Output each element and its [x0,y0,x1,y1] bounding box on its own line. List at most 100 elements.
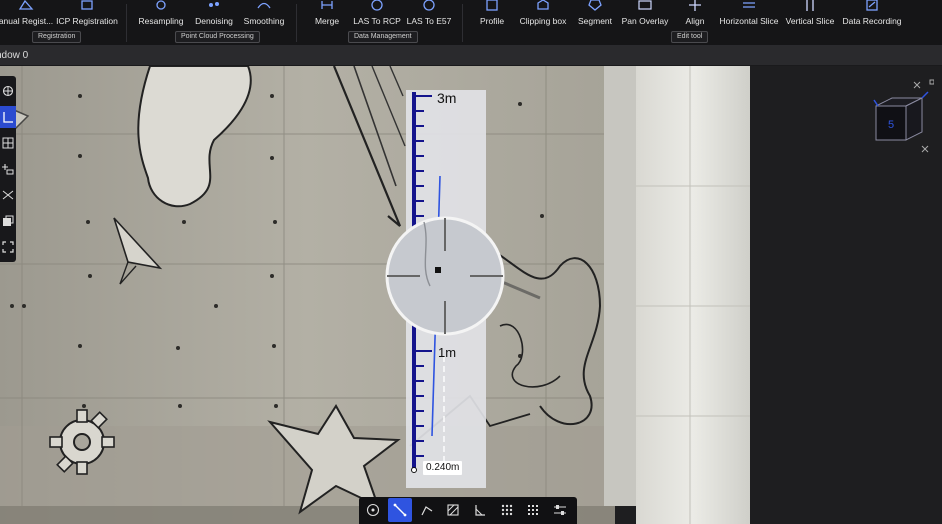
group-label-registration: Registration [32,31,82,43]
ribbon-label: Denoising [195,16,233,26]
orbit-icon [2,85,14,97]
merge-button[interactable]: Merge [310,0,344,26]
data-recording-button[interactable]: Data Recording [842,0,902,26]
horizontal-slice-button[interactable]: Horizontal Slice [718,0,780,26]
ribbon-label: Pan Overlay [621,16,669,26]
group-separator [126,4,127,42]
distance-line-button[interactable] [388,498,412,522]
ribbon-label: Profile [479,16,505,26]
settings-sliders-button[interactable] [548,498,572,522]
ribbon-label: Resampling [138,16,184,26]
point-snap-button[interactable] [361,498,385,522]
point-cloud-scene: 3m 1m [0,66,942,524]
ribbon-label: LAS To E57 [406,16,452,26]
section-button[interactable] [0,184,16,206]
denoising-icon [206,2,222,15]
ribbon-label: Merge [314,16,340,26]
app-window: anual Regist... ICP Registration Resampl… [0,0,942,524]
polyline-button[interactable] [415,498,439,522]
manual-registration-button[interactable]: anual Regist... [0,0,54,26]
window-tab[interactable]: ndow 0 [0,50,28,62]
ribbon-label: Segment [577,16,613,26]
icp-registration-icon [79,0,95,15]
measurement-value-label: 0.240m [423,461,463,475]
nav-cube-face-label: 5 [888,119,894,131]
orbit-button[interactable] [0,80,16,102]
dense-grid-button[interactable] [521,498,545,522]
layers-button[interactable] [0,210,16,232]
ribbon-label: Clipping box [519,16,567,26]
grid-points-button[interactable] [495,498,519,522]
merge-icon [319,1,335,15]
ribbon-label: ICP Registration [56,16,118,26]
vertical-slice-button[interactable]: Vertical Slice [786,0,834,26]
manual-registration-icon [18,0,34,15]
layers-icon [3,215,14,226]
group-label-point-cloud-processing: Point Cloud Processing [175,31,260,43]
area-hatch-button[interactable] [441,498,465,522]
point-cloud-viewport[interactable]: 3m 1m 0.240m 5 [0,66,942,524]
ribbon-label: Data Recording [842,16,902,26]
ribbon-toolbar: anual Regist... ICP Registration Resampl… [0,0,942,46]
settings-sliders-icon [554,505,566,515]
las-to-e57-icon [421,0,437,15]
las-to-rcp-button[interactable]: LAS To RCP [352,0,402,26]
polyline-icon [421,506,433,516]
align-button[interactable]: Align [680,0,710,26]
point-add-icon [2,164,14,175]
smoothing-icon [256,2,272,15]
grid-view-icon [2,137,14,149]
group-label-edit-tool: Edit tool [671,31,709,43]
resampling-button[interactable]: Resampling [138,0,184,26]
align-icon [687,0,703,15]
magnifier-loupe [385,216,505,336]
view-cube-icon: 5 [873,79,935,153]
denoising-button[interactable]: Denoising [192,0,236,26]
ruler-label-top: 3m [437,90,456,106]
icp-registration-button[interactable]: ICP Registration [56,0,118,26]
grid-points-icon [501,504,513,516]
measure-ruler-icon [3,112,13,123]
area-hatch-icon [447,504,459,516]
ribbon-label: Vertical Slice [785,16,835,26]
clipping-box-icon [535,0,551,15]
white-pillar [636,66,750,524]
las-to-rcp-icon [369,0,385,15]
ribbon-label: LAS To RCP [353,16,401,26]
las-to-e57-button[interactable]: LAS To E57 [406,0,452,26]
ruler-label-mid: 1m [438,345,456,360]
data-recording-icon [864,0,880,15]
point-snap-icon [366,503,380,517]
segment-button[interactable]: Segment [576,0,614,26]
resampling-icon [153,0,169,15]
horizontal-slice-icon [741,2,757,15]
group-label-data-management: Data Management [348,31,418,43]
ribbon-label: anual Regist... [0,16,54,26]
clipping-box-button[interactable]: Clipping box [516,0,570,26]
measure-ruler-button[interactable] [0,106,16,128]
ribbon-label: Smoothing [243,16,285,26]
grid-view-button[interactable] [0,132,16,154]
dense-grid-icon [528,505,538,515]
ribbon-label: Align [685,16,705,26]
section-icon [2,190,14,200]
angle-icon [475,505,485,516]
vertical-slice-icon [802,0,818,15]
pan-overlay-button[interactable]: Pan Overlay [622,0,668,26]
smoothing-button[interactable]: Smoothing [242,0,286,26]
ribbon-label: Horizontal Slice [719,16,779,26]
segment-icon [587,0,603,15]
left-toolbar [0,76,16,262]
pan-overlay-icon [637,0,653,15]
measurement-start-point[interactable] [411,467,417,473]
point-add-button[interactable] [0,158,16,180]
profile-button[interactable]: Profile [476,0,508,26]
profile-icon [484,0,500,15]
fullscreen-button[interactable] [0,236,16,258]
window-tab-bar: ndow 0 [0,46,942,66]
angle-button[interactable] [468,498,492,522]
group-separator [462,4,463,42]
measurement-toolbar [359,497,577,524]
fullscreen-icon [2,241,14,253]
navigation-cube[interactable]: 5 [868,78,935,158]
